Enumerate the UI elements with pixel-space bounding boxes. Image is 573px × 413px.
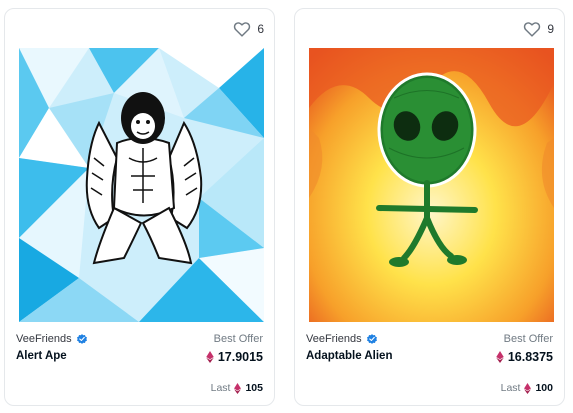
collection-name[interactable]: VeeFriends — [306, 333, 362, 345]
ethereum-icon — [206, 351, 214, 363]
best-offer-label: Best Offer — [503, 333, 553, 345]
ethereum-icon — [234, 382, 242, 394]
ethereum-icon — [524, 382, 532, 394]
nft-image-adaptable-alien[interactable] — [309, 48, 554, 322]
verified-badge-icon — [76, 333, 88, 345]
verified-badge-icon — [366, 333, 378, 345]
favorite-count: 6 — [257, 22, 264, 36]
best-offer-price: 16.8375 — [507, 350, 553, 364]
favorite-button[interactable]: 6 — [233, 21, 264, 37]
item-name[interactable]: Adaptable Alien — [306, 350, 392, 362]
last-sale-price: 105 — [245, 382, 263, 394]
nft-card-alert-ape[interactable]: 6 VeeFriends Alert Ape Best Offer 17.901… — [4, 8, 275, 406]
ethereum-icon — [496, 351, 504, 363]
heart-icon — [233, 21, 251, 37]
best-offer-price: 17.9015 — [217, 350, 263, 364]
last-sale-label: Last — [210, 382, 231, 394]
favorite-button[interactable]: 9 — [523, 21, 554, 37]
collection-name[interactable]: VeeFriends — [16, 333, 72, 345]
item-name[interactable]: Alert Ape — [16, 350, 88, 362]
favorite-count: 9 — [547, 22, 554, 36]
last-sale-price: 100 — [535, 382, 553, 394]
best-offer-label: Best Offer — [213, 333, 263, 345]
nft-card-adaptable-alien[interactable]: 9 VeeFriends Adaptable Alien Best Offer … — [294, 8, 565, 406]
nft-image-alert-ape[interactable] — [19, 48, 264, 322]
last-sale-label: Last — [500, 382, 521, 394]
heart-icon — [523, 21, 541, 37]
